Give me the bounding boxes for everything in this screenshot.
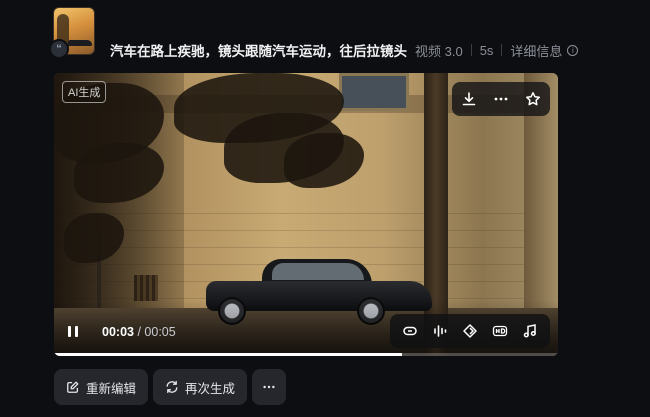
model-label: 视频 3.0 — [415, 43, 463, 59]
duration-label: 5s — [479, 42, 494, 58]
bottom-toolbar — [390, 314, 550, 348]
prompt-text: 汽车在路上疾驰，镜头跟随汽车运动，往后拉镜头 — [110, 44, 407, 59]
diamond-icon[interactable] — [456, 317, 484, 345]
quote-badge-icon: “ — [49, 39, 69, 59]
regenerate-label: 再次生成 — [185, 381, 236, 396]
music-note-icon[interactable] — [516, 317, 544, 345]
divider — [501, 44, 503, 56]
player-controls: 00:03 / 00:05 — [54, 300, 558, 356]
download-icon[interactable] — [455, 85, 483, 113]
regenerate-button[interactable]: 再次生成 — [153, 369, 248, 405]
audio-wave-icon[interactable] — [426, 317, 454, 345]
pause-icon[interactable] — [68, 324, 84, 338]
action-bar: 重新编辑 再次生成 — [54, 369, 287, 405]
progress-fill — [54, 353, 402, 356]
reedit-label: 重新编辑 — [86, 381, 137, 396]
current-time: 00:03 — [102, 325, 134, 339]
reedit-button[interactable]: 重新编辑 — [54, 369, 149, 405]
details-label: 详细信息 — [510, 43, 563, 59]
generation-header: 汽车在路上疾驰，镜头跟随汽车运动，往后拉镜头 视频 3.0 5s 详细信息 i — [110, 40, 579, 60]
time-display: 00:03 / 00:05 — [102, 325, 176, 339]
video-player[interactable]: AI生成 00:03 / 00:05 — [54, 73, 558, 356]
refresh-icon — [165, 380, 179, 394]
more-actions-button[interactable] — [252, 369, 287, 405]
ai-generated-tag: AI生成 — [62, 81, 107, 103]
more-icon — [262, 380, 276, 394]
top-toolbar — [452, 82, 550, 116]
loop-icon[interactable] — [396, 317, 424, 345]
star-icon[interactable] — [519, 85, 547, 113]
total-time: / 00:05 — [137, 325, 176, 339]
progress-bar[interactable] — [54, 353, 558, 356]
details-link[interactable]: 详细信息 i — [510, 41, 579, 60]
more-icon[interactable] — [487, 85, 515, 113]
hd-icon[interactable] — [486, 317, 514, 345]
info-icon: i — [567, 44, 579, 56]
divider — [470, 44, 472, 56]
edit-icon — [66, 380, 80, 394]
